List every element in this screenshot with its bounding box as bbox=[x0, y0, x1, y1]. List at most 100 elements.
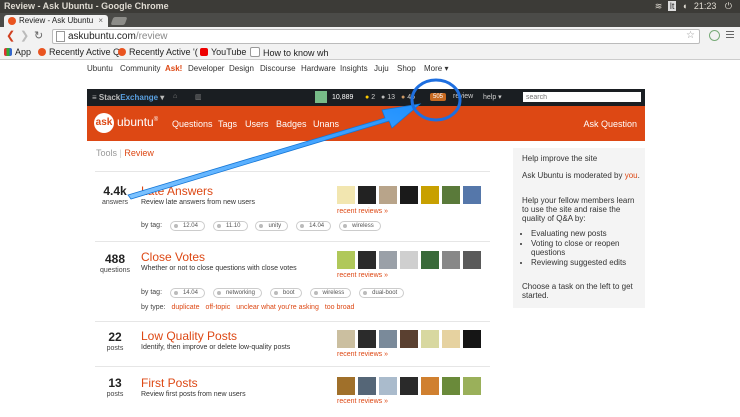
close-icon[interactable]: × bbox=[98, 16, 103, 25]
reviewer-avatar[interactable] bbox=[337, 377, 355, 395]
nav-more[interactable]: More ▾ bbox=[424, 64, 448, 73]
user-avatar[interactable] bbox=[315, 91, 327, 103]
recent-reviews-link[interactable]: recent reviews » bbox=[337, 272, 388, 279]
breadcrumb-review[interactable]: Review bbox=[124, 148, 154, 158]
askubuntu-logo[interactable]: ask bbox=[94, 113, 114, 133]
reviewer-avatar[interactable] bbox=[337, 330, 355, 348]
extension-icon[interactable] bbox=[709, 30, 720, 41]
queue-title-link[interactable]: Close Votes bbox=[141, 250, 205, 264]
queue-title-link[interactable]: Low Quality Posts bbox=[141, 329, 237, 343]
nav-developer[interactable]: Developer bbox=[188, 64, 224, 73]
bookmark-recently-active-1[interactable]: Recently Active Q bbox=[38, 47, 120, 57]
recent-reviews-link[interactable]: recent reviews » bbox=[337, 398, 388, 405]
reviewer-avatar[interactable] bbox=[358, 377, 376, 395]
menu-icon[interactable] bbox=[726, 31, 734, 39]
type-filter[interactable]: duplicate bbox=[171, 304, 199, 311]
reviewer-avatar[interactable] bbox=[337, 251, 355, 269]
volume-icon[interactable]: ◖ bbox=[682, 1, 687, 11]
reviewer-avatar[interactable] bbox=[442, 377, 460, 395]
nav-juju[interactable]: Juju bbox=[374, 64, 389, 73]
reload-icon[interactable]: ↻ bbox=[34, 29, 43, 42]
type-filter[interactable]: too broad bbox=[325, 304, 355, 311]
reviewer-avatar[interactable] bbox=[421, 330, 439, 348]
nav-ask[interactable]: Ask! bbox=[165, 64, 182, 73]
reviewer-avatar[interactable] bbox=[400, 377, 418, 395]
reviewer-avatar[interactable] bbox=[400, 251, 418, 269]
power-icon[interactable]: ⏻ bbox=[725, 1, 732, 11]
bookmark-apps[interactable]: App bbox=[4, 47, 31, 57]
nav-questions[interactable]: Questions bbox=[172, 119, 213, 129]
new-tab-button[interactable] bbox=[110, 17, 128, 25]
reviewer-avatar[interactable] bbox=[421, 251, 439, 269]
stackexchange-logo[interactable]: ≡ StackExchange ▾ bbox=[92, 93, 164, 102]
recent-reviews-link[interactable]: recent reviews » bbox=[337, 351, 388, 358]
tag-filter[interactable]: unity bbox=[255, 221, 289, 231]
reviewer-avatar[interactable] bbox=[379, 251, 397, 269]
nav-community[interactable]: Community bbox=[120, 64, 160, 73]
type-filter[interactable]: unclear what you're asking bbox=[236, 304, 319, 311]
breadcrumb-tools[interactable]: Tools bbox=[96, 148, 117, 158]
reviewer-avatar[interactable] bbox=[463, 251, 481, 269]
tag-filter[interactable]: 12.04 bbox=[169, 221, 205, 231]
reviewer-avatar[interactable] bbox=[379, 330, 397, 348]
reviewer-avatar[interactable] bbox=[463, 330, 481, 348]
recent-reviews-link[interactable]: recent reviews » bbox=[337, 208, 388, 215]
nav-hardware[interactable]: Hardware bbox=[301, 64, 336, 73]
reviewer-avatar[interactable] bbox=[358, 251, 376, 269]
keyboard-icon[interactable]: lt bbox=[667, 1, 677, 11]
reputation[interactable]: 10,889 bbox=[332, 94, 353, 101]
tag-filter[interactable]: boot bbox=[269, 288, 302, 298]
address-bar[interactable]: askubuntu.com/review ☆ bbox=[52, 29, 700, 44]
reviewer-avatar[interactable] bbox=[358, 330, 376, 348]
clock[interactable]: 21:23 bbox=[694, 1, 717, 11]
nav-users[interactable]: Users bbox=[245, 119, 269, 129]
tag-filter[interactable]: 14.04 bbox=[169, 288, 205, 298]
nav-discourse[interactable]: Discourse bbox=[260, 64, 296, 73]
tag-filter[interactable]: wireless bbox=[309, 288, 352, 298]
site-name[interactable]: ubuntu® bbox=[117, 115, 158, 129]
back-icon[interactable]: ❮ bbox=[6, 29, 15, 42]
ask-question-button[interactable]: Ask Question bbox=[583, 119, 637, 129]
reviewer-avatar[interactable] bbox=[463, 186, 481, 204]
star-icon[interactable]: ☆ bbox=[686, 30, 695, 41]
reviewer-avatar[interactable] bbox=[421, 186, 439, 204]
reviewer-avatar[interactable] bbox=[337, 186, 355, 204]
tag-filter[interactable]: networking bbox=[212, 288, 262, 298]
you-link[interactable]: you bbox=[625, 171, 638, 180]
nav-shop[interactable]: Shop bbox=[397, 64, 416, 73]
reviewer-avatar[interactable] bbox=[442, 186, 460, 204]
system-tray[interactable]: ≋ lt ◖ 21:23 ⏻ bbox=[655, 1, 732, 12]
nav-tags[interactable]: Tags bbox=[218, 119, 237, 129]
reviewer-avatar[interactable] bbox=[400, 186, 418, 204]
reviewer-avatar[interactable] bbox=[442, 251, 460, 269]
search-input[interactable] bbox=[523, 92, 641, 102]
reviewer-avatar[interactable] bbox=[442, 330, 460, 348]
reviewer-avatar[interactable] bbox=[400, 330, 418, 348]
bookmark-how-to-know[interactable]: How to know wh bbox=[250, 47, 329, 58]
forward-icon[interactable]: ❯ bbox=[20, 29, 29, 42]
tag-filter[interactable]: wireless bbox=[339, 221, 381, 231]
achievements-icon[interactable]: ▥ bbox=[195, 93, 202, 101]
tag-filter[interactable]: 11.10 bbox=[212, 221, 248, 231]
tag-filter[interactable]: 14.04 bbox=[296, 221, 332, 231]
url-text[interactable]: askubuntu.com/review bbox=[68, 31, 168, 42]
nav-ubuntu[interactable]: Ubuntu bbox=[87, 64, 113, 73]
tab-review[interactable]: Review - Ask Ubuntu × bbox=[4, 15, 108, 27]
reviewer-avatar[interactable] bbox=[358, 186, 376, 204]
nav-unanswered[interactable]: Unans bbox=[313, 119, 339, 129]
review-count-badge[interactable]: 505 bbox=[430, 93, 447, 101]
reviewer-avatar[interactable] bbox=[463, 377, 481, 395]
queue-title-link[interactable]: Late Answers bbox=[141, 184, 213, 198]
type-filter[interactable]: off-topic bbox=[205, 304, 230, 311]
help-link[interactable]: help ▾ bbox=[483, 93, 502, 101]
nav-design[interactable]: Design bbox=[229, 64, 254, 73]
reviewer-avatar[interactable] bbox=[379, 186, 397, 204]
reviewer-avatar[interactable] bbox=[379, 377, 397, 395]
bookmark-recently-active-2[interactable]: Recently Active '( bbox=[118, 47, 198, 57]
queue-title-link[interactable]: First Posts bbox=[141, 376, 198, 390]
review-link[interactable]: review bbox=[453, 93, 473, 100]
reviewer-avatar[interactable] bbox=[421, 377, 439, 395]
nav-badges[interactable]: Badges bbox=[276, 119, 307, 129]
tag-filter[interactable]: dual-boot bbox=[359, 288, 405, 298]
wifi-icon[interactable]: ≋ bbox=[655, 1, 663, 11]
